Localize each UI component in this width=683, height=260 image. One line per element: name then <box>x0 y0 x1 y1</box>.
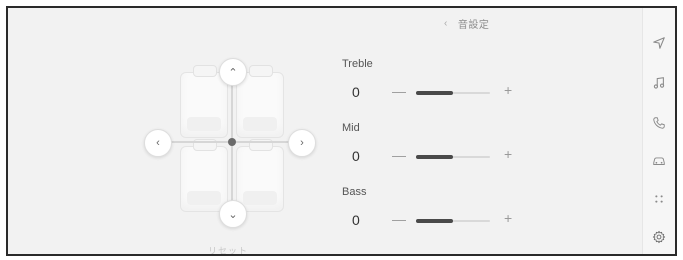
sound-settings-screen: ‹ 音設定 ⌃ ⌄ ‹ › リセット Treble 0 — + Mid 0 — … <box>8 8 644 254</box>
treble-slider-fill <box>416 91 453 95</box>
fader-rear-button[interactable]: ⌄ <box>219 200 247 228</box>
treble-slider[interactable] <box>416 91 490 95</box>
treble-value: 0 <box>352 84 360 100</box>
back-icon[interactable]: ‹ <box>444 18 448 29</box>
seat-rear-right <box>236 139 284 212</box>
seat-rear-left <box>180 139 228 212</box>
mid-slider[interactable] <box>416 155 490 159</box>
mid-control: Mid 0 — + <box>342 122 542 186</box>
music-icon <box>653 77 665 89</box>
chevron-right-icon: › <box>300 137 304 149</box>
car-icon <box>653 157 665 165</box>
treble-plus-button[interactable]: + <box>504 82 512 98</box>
fader-front-button[interactable]: ⌃ <box>219 58 247 86</box>
mid-label: Mid <box>342 122 360 134</box>
mid-plus-button[interactable]: + <box>504 146 512 162</box>
seat-front-left <box>180 65 228 138</box>
apps-icon <box>655 195 663 203</box>
chevron-left-icon: ‹ <box>156 137 160 149</box>
balance-right-button[interactable]: › <box>288 129 316 157</box>
bass-minus-button[interactable]: — <box>392 211 406 227</box>
balance-left-button[interactable]: ‹ <box>144 129 172 157</box>
mid-value: 0 <box>352 148 360 164</box>
rail-music[interactable] <box>643 70 675 96</box>
mid-minus-button[interactable]: — <box>392 147 406 163</box>
rail-apps[interactable] <box>643 186 675 212</box>
balance-fader-position[interactable] <box>228 138 236 146</box>
screen-header: ‹ 音設定 <box>444 16 489 31</box>
treble-label: Treble <box>342 58 373 70</box>
treble-control: Treble 0 — + <box>342 58 542 122</box>
bass-slider[interactable] <box>416 219 490 223</box>
reset-button[interactable]: リセット <box>208 244 248 254</box>
phone-icon <box>653 117 665 129</box>
mid-slider-fill <box>416 155 453 159</box>
rail-phone[interactable] <box>643 110 675 136</box>
app-frame: ‹ 音設定 ⌃ ⌄ ‹ › リセット Treble 0 — + Mid 0 — … <box>6 6 677 256</box>
navigation-icon <box>653 37 665 49</box>
chevron-down-icon: ⌄ <box>228 208 238 221</box>
seat-front-right <box>236 65 284 138</box>
tone-controls: Treble 0 — + Mid 0 — + Bass 0 — + <box>342 58 542 250</box>
bass-label: Bass <box>342 186 367 198</box>
bass-value: 0 <box>352 212 360 228</box>
rail-settings[interactable] <box>643 224 675 250</box>
treble-minus-button[interactable]: — <box>392 83 406 99</box>
bass-control: Bass 0 — + <box>342 186 542 250</box>
side-nav-rail <box>642 8 675 254</box>
rail-vehicle[interactable] <box>643 148 675 174</box>
bass-slider-fill <box>416 219 453 223</box>
page-title: 音設定 <box>457 20 490 31</box>
chevron-up-icon: ⌃ <box>228 66 238 79</box>
rail-navigation[interactable] <box>643 30 675 56</box>
balance-fader-map[interactable]: ⌃ ⌄ ‹ › <box>136 54 316 244</box>
bass-plus-button[interactable]: + <box>504 210 512 226</box>
settings-icon <box>652 230 666 244</box>
